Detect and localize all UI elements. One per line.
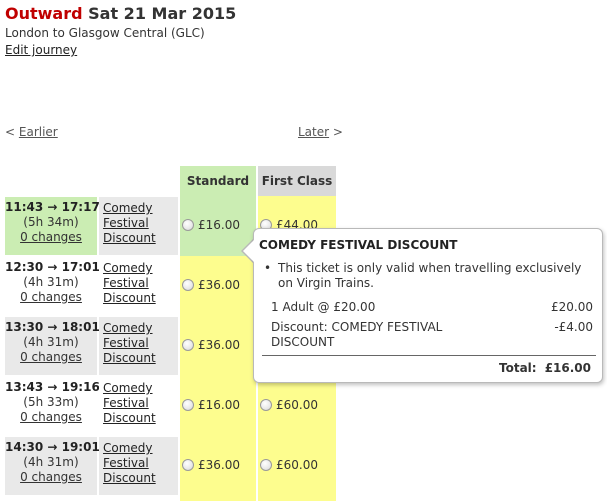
standard-fare-option[interactable]: £16.00 bbox=[182, 218, 240, 232]
fare-price: £60.00 bbox=[276, 458, 318, 472]
fare-radio[interactable] bbox=[182, 399, 194, 411]
ticket-type-cell: Comedy Festival Discount bbox=[99, 257, 178, 315]
first-class-column-header: First Class bbox=[258, 166, 336, 196]
fare-line-discount: Discount: COMEDY FESTIVAL DISCOUNT -£4.0… bbox=[271, 320, 593, 350]
ticket-word: Comedy bbox=[103, 381, 153, 395]
changes-link[interactable]: 0 changes bbox=[5, 290, 97, 305]
fare-radio[interactable] bbox=[182, 219, 194, 231]
journey-times: 11:43 → 17:17 bbox=[5, 200, 100, 214]
later-link[interactable]: Later > bbox=[298, 125, 343, 139]
ticket-word: Festival bbox=[103, 456, 149, 470]
total-value: £16.00 bbox=[544, 361, 591, 375]
ticket-type-cell: Comedy Festival Discount bbox=[99, 377, 178, 435]
ticket-word: Comedy bbox=[103, 321, 153, 335]
fare-line-label: Discount: COMEDY FESTIVAL bbox=[271, 320, 443, 334]
fare-radio[interactable] bbox=[182, 459, 194, 471]
fare-radio[interactable] bbox=[182, 339, 194, 351]
tooltip-arrow-inner bbox=[243, 240, 254, 262]
fare-radio[interactable] bbox=[260, 459, 272, 471]
total-label: Total: bbox=[499, 361, 537, 375]
ticket-word: Comedy bbox=[103, 441, 153, 455]
fare-line-label: 1 Adult @ £20.00 bbox=[271, 300, 376, 314]
journey-times: 14:30 → 19:01 bbox=[5, 440, 100, 454]
divider bbox=[262, 355, 596, 356]
ticket-type-cell: Comedy Festival Discount bbox=[99, 197, 178, 255]
first-class-fare-option[interactable]: £60.00 bbox=[260, 398, 318, 412]
standard-fare-option[interactable]: £36.00 bbox=[182, 278, 240, 292]
journey-date: Sat 21 Mar 2015 bbox=[88, 4, 237, 23]
earlier-label: Earlier bbox=[18, 125, 58, 139]
journey-duration: (4h 31m) bbox=[23, 275, 79, 289]
ticket-word: Festival bbox=[103, 216, 149, 230]
ticket-word: Discount bbox=[103, 411, 156, 425]
direction-label: Outward bbox=[5, 4, 83, 23]
standard-column-header: Standard bbox=[180, 166, 256, 196]
journey-heading: Outward Sat 21 Mar 2015 bbox=[5, 4, 236, 23]
ticket-type-cell: Comedy Festival Discount bbox=[99, 437, 178, 495]
fare-line-label-cont: DISCOUNT bbox=[271, 335, 335, 349]
later-label: Later bbox=[298, 125, 330, 139]
fare-price: £16.00 bbox=[198, 398, 240, 412]
journey-times: 12:30 → 17:01 bbox=[5, 260, 100, 274]
journey-times: 13:43 → 19:16 bbox=[5, 380, 100, 394]
standard-fare-option[interactable]: £36.00 bbox=[182, 338, 240, 352]
journey-cell: 11:43 → 17:17 (5h 34m) 0 changes bbox=[5, 197, 100, 255]
first-class-fare-option[interactable]: £60.00 bbox=[260, 458, 318, 472]
ticket-word: Discount bbox=[103, 471, 156, 485]
tooltip-title: COMEDY FESTIVAL DISCOUNT bbox=[259, 238, 458, 252]
ticket-word: Festival bbox=[103, 396, 149, 410]
journey-duration: (4h 31m) bbox=[23, 335, 79, 349]
earlier-link[interactable]: < Earlier bbox=[5, 125, 58, 139]
ticket-type-link[interactable]: Comedy Festival Discount bbox=[103, 201, 163, 246]
fare-price: £60.00 bbox=[276, 398, 318, 412]
ticket-word: Comedy bbox=[103, 201, 153, 215]
journey-cell: 14:30 → 19:01 (4h 31m) 0 changes bbox=[5, 437, 100, 495]
standard-fare-option[interactable]: £36.00 bbox=[182, 458, 240, 472]
ticket-type-link[interactable]: Comedy Festival Discount bbox=[103, 261, 163, 306]
journey-cell: 13:30 → 18:01 (4h 31m) 0 changes bbox=[5, 317, 100, 375]
fare-price: £16.00 bbox=[198, 218, 240, 232]
changes-link[interactable]: 0 changes bbox=[5, 410, 97, 425]
fare-radio[interactable] bbox=[260, 399, 272, 411]
tooltip-note: This ticket is only valid when travellin… bbox=[264, 261, 584, 291]
chevron-left-icon: < bbox=[5, 125, 16, 139]
journey-cell: 12:30 → 17:01 (4h 31m) 0 changes bbox=[5, 257, 100, 315]
ticket-word: Festival bbox=[103, 336, 149, 350]
ticket-word: Discount bbox=[103, 291, 156, 305]
journey-duration: (5h 34m) bbox=[23, 215, 79, 229]
ticket-type-link[interactable]: Comedy Festival Discount bbox=[103, 441, 163, 486]
fare-line-adult: 1 Adult @ £20.00 £20.00 bbox=[271, 300, 593, 315]
ticket-type-link[interactable]: Comedy Festival Discount bbox=[103, 321, 163, 366]
changes-link[interactable]: 0 changes bbox=[5, 470, 97, 485]
fare-line-value: -£4.00 bbox=[554, 320, 593, 334]
fare-price: £36.00 bbox=[198, 278, 240, 292]
ticket-word: Discount bbox=[103, 351, 156, 365]
fare-breakdown-tooltip: COMEDY FESTIVAL DISCOUNT This ticket is … bbox=[253, 228, 603, 383]
fare-price: £36.00 bbox=[198, 458, 240, 472]
fare-line-value: £20.00 bbox=[551, 300, 593, 314]
route-text: London to Glasgow Central (GLC) bbox=[5, 26, 205, 40]
journey-duration: (4h 31m) bbox=[23, 455, 79, 469]
ticket-word: Comedy bbox=[103, 261, 153, 275]
journey-times: 13:30 → 18:01 bbox=[5, 320, 100, 334]
ticket-word: Discount bbox=[103, 231, 156, 245]
changes-link[interactable]: 0 changes bbox=[5, 350, 97, 365]
edit-journey-link[interactable]: Edit journey bbox=[5, 43, 77, 57]
journey-cell: 13:43 → 19:16 (5h 33m) 0 changes bbox=[5, 377, 100, 435]
chevron-right-icon: > bbox=[332, 125, 343, 139]
ticket-word: Festival bbox=[103, 276, 149, 290]
journey-duration: (5h 33m) bbox=[23, 395, 79, 409]
fare-radio[interactable] bbox=[182, 279, 194, 291]
changes-link[interactable]: 0 changes bbox=[5, 230, 97, 245]
fare-price: £36.00 bbox=[198, 338, 240, 352]
ticket-type-link[interactable]: Comedy Festival Discount bbox=[103, 381, 163, 426]
ticket-type-cell: Comedy Festival Discount bbox=[99, 317, 178, 375]
standard-fare-option[interactable]: £16.00 bbox=[182, 398, 240, 412]
